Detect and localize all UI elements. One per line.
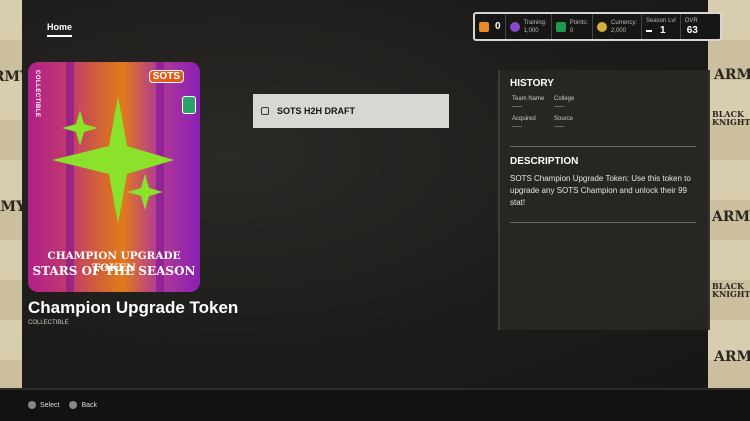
history-title: HISTORY [510,78,554,89]
card-title-line2: STARS OF THE SEASON [32,264,196,278]
source-button[interactable]: SOTS H2H DRAFT [253,94,449,128]
stat-ovr: OVR 63 [681,14,702,39]
b-button-icon [69,401,78,409]
wallpaper-text: BLACK KNIGHTS [712,281,750,299]
item-card[interactable]: COLLECTIBLE SOTS CHAMPION UPGRADE TOKEN … [28,62,200,292]
points-icon [555,21,566,32]
training-value: 1,000 [523,27,539,34]
stat-currency: Currency: 2,000 [593,14,643,39]
season-label: Season Lvl [646,18,676,24]
acquired-value: ----- [512,124,522,130]
points-value: 0 [569,27,574,34]
stats-bar: 0 Training: 1,000 Points: 0 Currency: 2,… [473,12,722,41]
small-star-icon [62,110,98,146]
wallpaper-text: ARMY [0,199,22,215]
college-value: ----- [554,104,564,110]
large-star-icon [52,96,174,224]
right-wallpaper: ARMY BLACK KNIGHTS ARMY BLACK KNIGHTS AR… [708,0,750,421]
divider [510,146,696,147]
stat-points: Points: 0 [552,14,594,39]
bottom-bar [0,388,750,421]
team-name-label: Team Name [512,96,545,102]
select-hint[interactable]: Select [28,401,59,409]
stat-season: Season Lvl 1 [642,14,681,39]
acquired-label: Acquired [512,116,536,122]
item-type: COLLECTIBLE [28,320,69,326]
training-icon [509,21,520,32]
stat-training: Training: 1,000 [506,14,552,39]
season-value: 1 [660,25,666,36]
back-hint[interactable]: Back [69,401,97,409]
training-label: Training: [523,19,547,26]
wallpaper-text: ARMY [714,67,750,83]
small-star-icon [127,174,163,210]
ovr-value: 63 [686,25,698,36]
history-panel: HISTORY Team Name ----- College ----- Ac… [498,70,710,330]
lock-icon [261,107,269,115]
season-bar-icon [646,29,653,32]
trophies-value: 0 [495,21,501,32]
college-label: College [554,96,575,102]
trophy-icon [479,21,489,32]
team-name-value: ----- [512,104,522,110]
description-text: SOTS Champion Upgrade Token: Use this to… [510,174,691,207]
description-title: DESCRIPTION [510,156,579,167]
currency-value: 2,000 [611,27,627,34]
source-value: ----- [554,124,564,130]
wallpaper-text: ARMY [714,349,750,365]
history-grid: Team Name ----- College ----- Acquired -… [512,96,702,136]
left-wallpaper: ARMY ARMY [0,0,22,421]
footer-hints: Select Back [28,401,97,409]
a-button-icon [28,401,36,409]
currency-label: Currency: [611,19,638,26]
wallpaper-text: ARMY [712,209,750,225]
coin-icon [597,21,608,32]
wallpaper-text: BLACK KNIGHTS [712,109,750,127]
points-label: Points: [569,19,589,26]
source-label: Source [554,116,574,122]
source-label: SOTS H2H DRAFT [277,106,356,116]
stat-trophies: 0 [475,14,506,39]
select-label: Select [40,401,60,409]
ovr-label: OVR [684,18,698,24]
item-name: Champion Upgrade Token [28,298,239,317]
back-label: Back [81,401,98,409]
wallpaper-text: ARMY [0,69,22,85]
divider [510,222,696,223]
tab-home[interactable]: Home [47,22,73,37]
